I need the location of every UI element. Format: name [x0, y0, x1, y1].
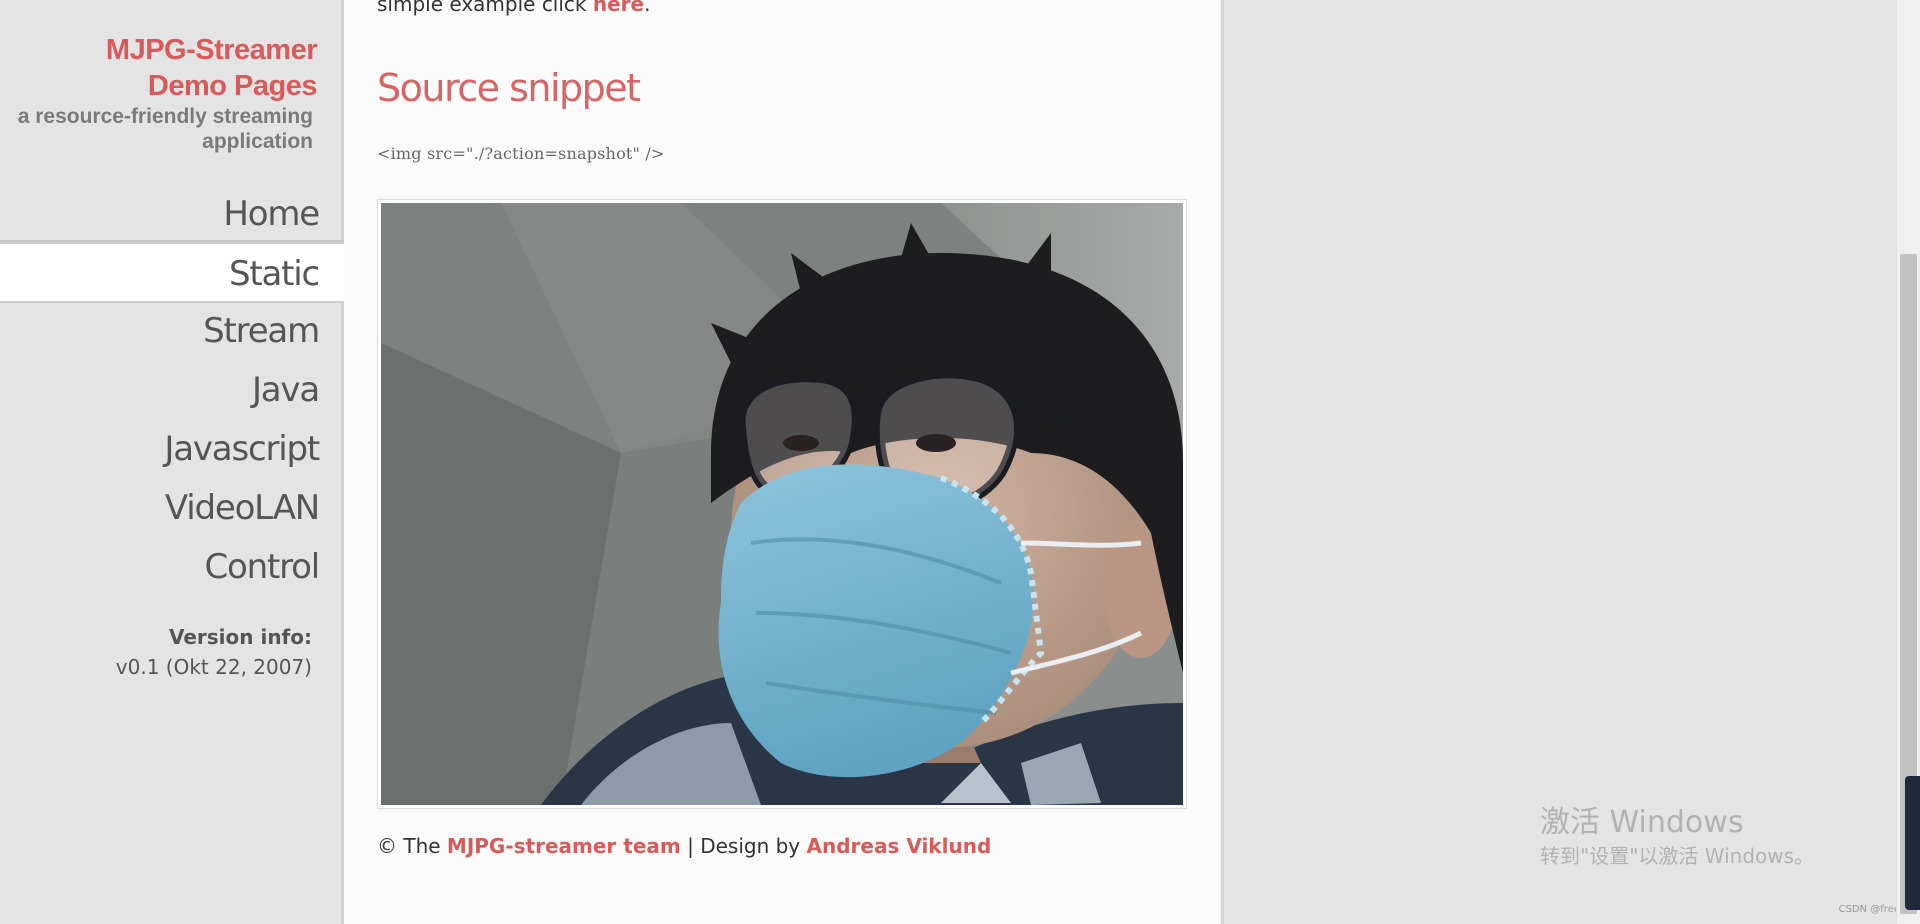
webcam-snapshot-photo — [381, 203, 1183, 805]
nav-item-javascript[interactable]: Javascript — [0, 421, 344, 480]
nav-item-static[interactable]: Static — [0, 242, 344, 303]
footer-copyright: © The — [377, 834, 447, 858]
intro-text-start: simple example click — [377, 0, 593, 16]
snapshot-image — [377, 199, 1187, 809]
nav-item-java[interactable]: Java — [0, 362, 344, 421]
page-footer: © The MJPG-streamer team | Design by And… — [377, 834, 991, 858]
footer-separator: | Design by — [680, 834, 807, 858]
here-link[interactable]: here — [593, 0, 644, 16]
watermark-line2: 转到"设置"以激活 Windows。 — [1540, 844, 1815, 868]
intro-text: simple example click here. — [377, 0, 650, 16]
andreas-viklund-link[interactable]: Andreas Viklund — [807, 834, 992, 858]
nav-item-home[interactable]: Home — [0, 186, 344, 242]
intro-text-end: . — [644, 0, 651, 16]
nav-item-stream[interactable]: Stream — [0, 303, 344, 362]
sidebar-nav: Home Static Stream Java Javascript Video… — [0, 186, 344, 598]
sidebar: MJPG-Streamer Demo Pages a resource-frie… — [0, 0, 344, 924]
browser-viewport: MJPG-Streamer Demo Pages a resource-frie… — [0, 0, 1920, 924]
site-title-line1: MJPG-Streamer — [105, 34, 318, 66]
main-content: simple example click here. Source snippe… — [344, 0, 1224, 924]
side-dock-widget[interactable] — [1905, 776, 1920, 910]
csdn-watermark: CSDN @free — [1838, 904, 1900, 915]
code-snippet: <img src="./?action=snapshot" /> — [377, 144, 665, 163]
page-background-right — [1224, 0, 1896, 924]
version-value: v0.1 (Okt 22, 2007) — [115, 655, 312, 679]
nav-item-videolan[interactable]: VideoLAN — [0, 480, 344, 539]
section-title: Source snippet — [377, 66, 641, 110]
nav-item-control[interactable]: Control — [0, 539, 344, 598]
mjpg-streamer-team-link[interactable]: MJPG-streamer team — [447, 834, 681, 858]
site-title-line2: Demo Pages — [147, 70, 318, 102]
version-label: Version info: — [168, 625, 312, 649]
site-subtitle: a resource-friendly streaming applicatio… — [17, 105, 313, 153]
watermark-line1: 激活 Windows — [1540, 805, 1744, 840]
windows-activation-watermark: 激活 Windows 转到"设置"以激活 Windows。 — [1540, 804, 1814, 870]
version-info: Version info: v0.1 (Okt 22, 2007) — [116, 622, 312, 682]
site-title: MJPG-Streamer Demo Pages — [105, 32, 318, 104]
